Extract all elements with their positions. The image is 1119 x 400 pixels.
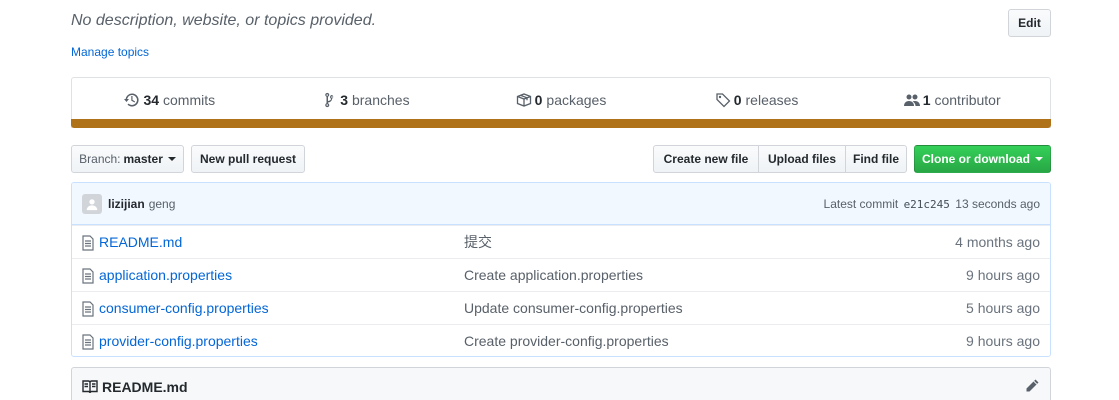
latest-commit-info: Latest commit e21c245 13 seconds ago xyxy=(824,197,1040,211)
commit-author[interactable]: lizijian xyxy=(108,197,145,211)
history-icon xyxy=(124,93,140,107)
pencil-icon[interactable] xyxy=(1024,378,1040,394)
file-age: 9 hours ago xyxy=(966,333,1040,349)
commit-age: 13 seconds ago xyxy=(955,196,1040,211)
commit-message[interactable]: geng xyxy=(149,197,176,211)
create-new-file-button[interactable]: Create new file xyxy=(653,145,759,173)
file-name[interactable]: README.md xyxy=(99,234,182,250)
tag-icon xyxy=(716,93,731,108)
find-file-button[interactable]: Find file xyxy=(845,145,907,173)
commits-label: commits xyxy=(163,92,216,108)
file-icon xyxy=(82,235,94,251)
packages-count: 0 xyxy=(534,92,543,108)
file-icon xyxy=(82,301,94,317)
branch-label: Branch: xyxy=(79,152,121,166)
contributors-label: contributor xyxy=(934,92,1001,108)
edit-description-button[interactable]: Edit xyxy=(1008,9,1051,37)
file-age: 4 months ago xyxy=(955,234,1040,250)
repo-page: No description, website, or topics provi… xyxy=(0,0,1119,400)
commit-sha[interactable]: e21c245 xyxy=(904,198,950,211)
user-icon xyxy=(86,198,98,210)
caret-down-icon xyxy=(1035,157,1043,161)
branches-label: branches xyxy=(351,92,410,108)
upload-files-button[interactable]: Upload files xyxy=(758,145,846,173)
caret-down-icon xyxy=(167,157,176,161)
clone-download-button[interactable]: Clone or download xyxy=(914,145,1051,173)
table-row: application.properties Create applicatio… xyxy=(72,258,1050,291)
readme-title: README.md xyxy=(102,379,188,395)
file-age: 9 hours ago xyxy=(966,267,1040,283)
file-icon xyxy=(82,334,94,350)
branch-select-button[interactable]: Branch: master xyxy=(71,145,184,173)
branch-value: master xyxy=(123,152,163,166)
file-age: 5 hours ago xyxy=(966,300,1040,316)
clone-label: Clone or download xyxy=(922,152,1030,166)
file-name[interactable]: provider-config.properties xyxy=(99,333,258,349)
branches-count: 3 xyxy=(340,92,348,108)
file-actions-group: Create new file Upload files Find file xyxy=(653,145,907,173)
git-branch-icon xyxy=(325,92,334,108)
summary-packages[interactable]: 0 packages xyxy=(463,78,659,122)
file-name[interactable]: application.properties xyxy=(99,267,232,283)
language-bar[interactable] xyxy=(71,119,1051,128)
summary-commits[interactable]: 34 commits xyxy=(72,78,268,122)
summary-branches[interactable]: 3 branches xyxy=(268,78,464,122)
file-commit-message[interactable]: Create provider-config.properties xyxy=(464,333,669,349)
table-row: provider-config.properties Create provid… xyxy=(72,324,1050,356)
file-commit-message[interactable]: 提交 xyxy=(464,232,492,252)
file-table: lizijian geng Latest commit e21c245 13 s… xyxy=(71,182,1051,357)
releases-label: releases xyxy=(745,92,799,108)
manage-topics-link[interactable]: Manage topics xyxy=(71,45,149,59)
avatar[interactable] xyxy=(82,193,102,214)
file-name[interactable]: consumer-config.properties xyxy=(99,300,269,316)
table-row: README.md 提交 4 months ago xyxy=(72,225,1050,258)
file-commit-message[interactable]: Update consumer-config.properties xyxy=(464,300,683,316)
releases-count: 0 xyxy=(733,92,742,108)
commits-count: 34 xyxy=(143,92,160,108)
readme-header: README.md xyxy=(71,367,1051,400)
table-row: consumer-config.properties Update consum… xyxy=(72,291,1050,324)
packages-label: packages xyxy=(546,92,607,108)
summary-releases[interactable]: 0 releases xyxy=(659,78,855,122)
new-pull-request-button[interactable]: New pull request xyxy=(191,145,305,173)
contributors-count: 1 xyxy=(922,92,931,108)
people-icon xyxy=(903,94,920,106)
latest-commit-prefix: Latest commit xyxy=(823,196,899,211)
package-icon xyxy=(516,93,531,107)
book-icon xyxy=(82,380,98,394)
file-icon xyxy=(82,268,94,284)
file-commit-message[interactable]: Create application.properties xyxy=(464,267,643,283)
latest-commit-bar: lizijian geng Latest commit e21c245 13 s… xyxy=(72,183,1050,225)
summary-contributors[interactable]: 1 contributor xyxy=(854,78,1050,122)
repo-description: No description, website, or topics provi… xyxy=(71,12,377,29)
